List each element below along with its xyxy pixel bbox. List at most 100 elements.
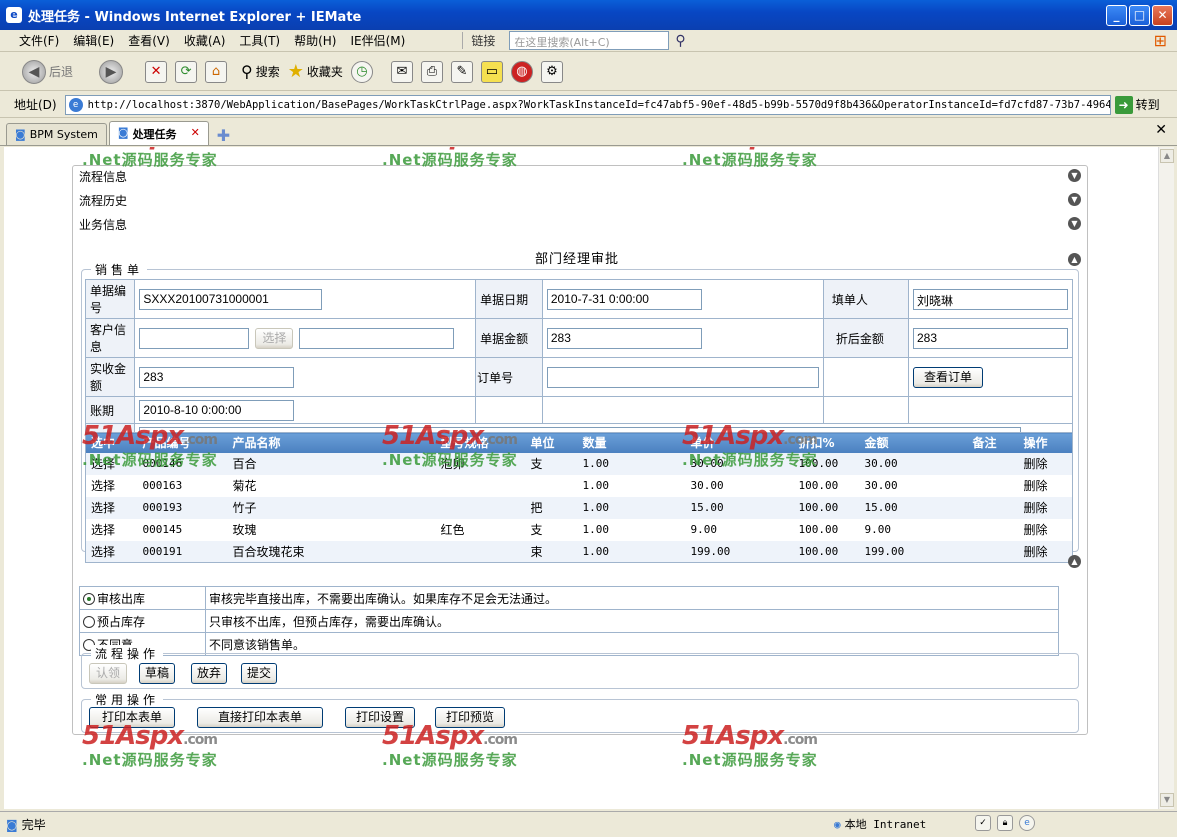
go-button[interactable]: ➜ 转到 [1114, 95, 1160, 114]
chevron-down-icon[interactable]: ▼ [1068, 169, 1081, 182]
stop-icon[interactable]: ✕ [145, 60, 168, 83]
scroll-down-icon[interactable]: ▼ [1160, 793, 1174, 807]
menu-file[interactable]: 文件(F) [12, 32, 66, 49]
status-text: 完毕 [21, 818, 46, 832]
tools-icon[interactable]: ⚙ [540, 60, 563, 83]
lock-icon[interactable]: 🔒︎ [997, 815, 1013, 831]
print-button[interactable]: 打印本表单 [89, 707, 176, 728]
select-link[interactable]: 选择 [86, 519, 138, 541]
tab-process-task[interactable]: ◙ 处理任务 ✕ [108, 121, 209, 145]
refresh-icon[interactable]: ⟳ [175, 60, 198, 83]
section-biz-info[interactable]: 业务信息 [79, 216, 127, 233]
menu-iemate[interactable]: IE伴侣(M) [343, 32, 412, 49]
received-field[interactable]: 283 [139, 366, 295, 388]
doc-no-field[interactable]: SXXX20100731000001 [139, 288, 323, 310]
select-link[interactable]: 选择 [85, 540, 138, 563]
print-icon[interactable]: ⎙ [420, 60, 443, 83]
tab-bpm-system[interactable]: ◙ BPM System [6, 123, 107, 145]
chevron-down-icon[interactable]: ▼ [1068, 217, 1081, 230]
delete-link[interactable]: 删除 [1018, 540, 1073, 563]
filler-label: 填单人 [822, 279, 910, 319]
notes-icon[interactable]: ▭ [480, 60, 503, 83]
forward-arrow-icon: ▶ [99, 59, 124, 84]
amount-field[interactable]: 283 [546, 327, 702, 349]
filler-field[interactable]: 刘晓琳 [913, 288, 1068, 310]
back-button[interactable]: ◀ 后退 [22, 59, 73, 84]
maximize-button[interactable]: □ [1129, 5, 1150, 26]
mail-icon[interactable]: ✉ [390, 60, 413, 83]
search-button[interactable]: ⚲ 搜索 [241, 62, 280, 81]
section-flow-history[interactable]: 流程历史 [79, 192, 127, 209]
product-unit [526, 475, 578, 497]
close-all-tabs-icon[interactable]: ✕ [1155, 122, 1167, 138]
delete-link[interactable]: 删除 [1019, 475, 1073, 497]
search-input[interactable]: 在这里搜索(Alt+C) [509, 31, 670, 50]
section-flow-info[interactable]: 流程信息 [79, 168, 127, 185]
menu-favorites[interactable]: 收藏(A) [177, 32, 233, 49]
claim-button[interactable]: 认领 [89, 663, 128, 684]
delete-link[interactable]: 删除 [1019, 519, 1073, 541]
option-reserve-stock[interactable]: 预占库存 [79, 609, 206, 633]
product-spec [435, 496, 526, 519]
product-remark [967, 496, 1019, 519]
status-bar: ◙ 完毕 ◉ 本地 Intranet ✓ 🔒︎ e [0, 811, 1177, 837]
submit-button[interactable]: 提交 [241, 663, 278, 684]
favorites-button[interactable]: ★ 收藏夹 [288, 61, 343, 82]
select-link[interactable]: 选择 [85, 452, 138, 475]
product-amount: 30.00 [864, 479, 898, 492]
search-icon[interactable]: ⚲ [675, 33, 685, 49]
order-no-field[interactable] [546, 366, 819, 388]
product-spec [435, 540, 526, 563]
customer-code-field[interactable] [139, 327, 250, 349]
links-toolbar[interactable]: 链接 [462, 32, 495, 49]
menu-help[interactable]: 帮助(H) [287, 32, 343, 49]
print-preview-button[interactable]: 打印预览 [435, 707, 506, 728]
plugin-icon[interactable]: ◍ [510, 60, 533, 83]
chevron-down-icon[interactable]: ▼ [1068, 193, 1081, 206]
security-zone[interactable]: ◉ 本地 Intranet [834, 816, 926, 832]
menu-view[interactable]: 查看(V) [121, 32, 177, 49]
term-field[interactable]: 2010-8-10 0:00:00 [139, 399, 295, 421]
menu-tools[interactable]: 工具(T) [232, 32, 287, 49]
radio-selected-icon[interactable] [83, 593, 95, 605]
close-button[interactable]: ✕ [1152, 5, 1173, 26]
print-settings-button[interactable]: 打印设置 [345, 707, 416, 728]
protected-mode-icon[interactable]: ✓ [975, 815, 991, 831]
direct-print-button[interactable]: 直接打印本表单 [197, 707, 324, 728]
scroll-up-icon[interactable]: ▲ [1160, 149, 1174, 163]
select-link[interactable]: 选择 [85, 496, 138, 519]
forward-button[interactable]: ▶ [99, 59, 124, 84]
radio-icon[interactable] [83, 616, 95, 628]
col-product-name: 产品名称 [227, 432, 436, 453]
history-icon[interactable]: ◷ [350, 60, 373, 83]
delete-link[interactable]: 删除 [1018, 452, 1073, 475]
menu-edit[interactable]: 编辑(E) [66, 32, 121, 49]
edit-icon[interactable]: ✎ [450, 60, 473, 83]
home-icon[interactable]: ⌂ [205, 60, 228, 83]
doc-date-field[interactable]: 2010-7-31 0:00:00 [546, 288, 702, 310]
amount-label: 单据金额 [475, 318, 543, 358]
chevron-up-icon[interactable]: ▲ [1068, 555, 1081, 568]
tab-close-icon[interactable]: ✕ [191, 126, 200, 139]
draft-button[interactable]: 草稿 [139, 663, 176, 684]
view-order-button[interactable]: 查看订单 [913, 366, 984, 388]
product-discount: 100.00 [793, 452, 860, 475]
select-link[interactable]: 选择 [86, 475, 138, 497]
option-approve-out[interactable]: 审核出库 [79, 586, 206, 610]
address-input[interactable]: e http://localhost:3870/WebApplication/B… [64, 94, 1111, 115]
star-icon: ★ [287, 61, 304, 82]
abandon-button[interactable]: 放弃 [191, 663, 228, 684]
delete-link[interactable]: 删除 [1018, 496, 1073, 519]
select-customer-button[interactable]: 选择 [255, 327, 294, 349]
product-spec: 红色 [440, 523, 465, 537]
chevron-up-icon[interactable]: ▲ [1068, 253, 1081, 266]
col-spec: 型号规格 [435, 432, 526, 453]
ie-status-icon[interactable]: e [1019, 815, 1035, 831]
vertical-scrollbar[interactable]: ▲ ▼ [1158, 147, 1174, 809]
new-tab-icon[interactable]: ✚ [211, 126, 236, 145]
discount-amount-field[interactable]: 283 [913, 327, 1068, 349]
product-remark [968, 475, 1019, 497]
col-unit: 单位 [525, 432, 578, 453]
minimize-button[interactable]: _ [1106, 5, 1127, 26]
customer-name-field[interactable] [299, 327, 455, 349]
